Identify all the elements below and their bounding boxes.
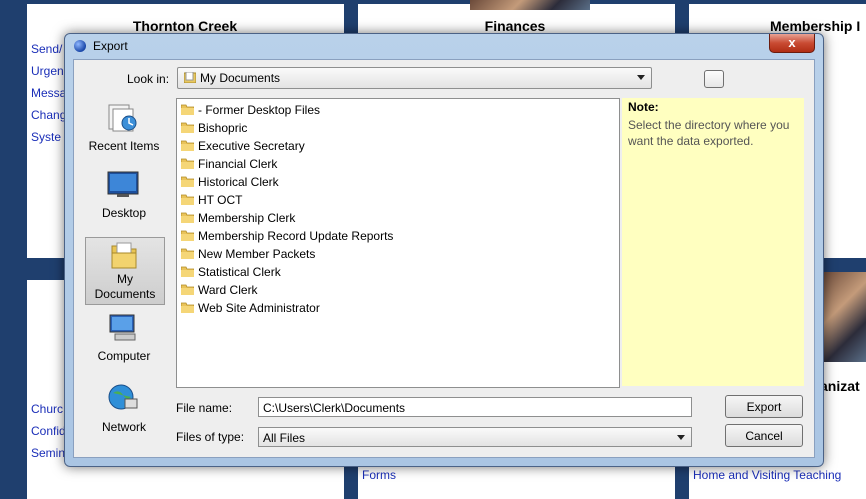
bg-photo-right: [822, 272, 866, 362]
chevron-down-icon: [677, 435, 685, 440]
bg-col3-header: Membership I: [770, 18, 861, 34]
bg-col1-header: Thornton Creek: [132, 18, 238, 34]
bg-link[interactable]: Chang: [31, 108, 66, 122]
file-name: Executive Secretary: [198, 139, 305, 153]
chevron-down-icon: [637, 75, 645, 80]
file-name: Membership Clerk: [198, 211, 296, 225]
folder-icon: [181, 248, 194, 259]
bg-col2-header: Finances: [484, 18, 546, 34]
place-label: Desktop: [101, 206, 147, 220]
file-name: Membership Record Update Reports: [198, 229, 394, 243]
recent-items-icon: [108, 104, 137, 132]
file-type-label: Files of type:: [176, 430, 245, 444]
bg-link[interactable]: Syste: [31, 130, 61, 144]
computer-icon: [109, 314, 136, 341]
note-panel: Note: Select the directory where you wan…: [622, 98, 804, 386]
file-name: Statistical Clerk: [198, 265, 281, 279]
places-bar: Recent Items Desktop My Documents Comput…: [83, 97, 171, 452]
file-name: Historical Clerk: [198, 175, 279, 189]
file-list[interactable]: - Former Desktop Files Bishopric Executive…: [176, 98, 620, 388]
folder-icon: [181, 266, 194, 277]
file-name: Web Site Administrator: [198, 301, 320, 315]
folder-icon: [181, 194, 194, 205]
place-desktop[interactable]: Desktop: [85, 169, 163, 235]
look-in-label: Look in:: [127, 72, 170, 86]
dialog-titlebar[interactable]: Export x: [65, 34, 823, 58]
file-type-dropdown[interactable]: All Files: [258, 427, 692, 447]
place-computer[interactable]: Computer: [85, 313, 163, 379]
bg-link[interactable]: Home and Visiting Teaching: [693, 468, 841, 482]
look-in-dropdown[interactable]: My Documents: [177, 67, 652, 89]
bg-link[interactable]: Messa: [31, 86, 66, 100]
place-label: Network: [101, 420, 146, 434]
bg-link[interactable]: Urgen: [31, 64, 64, 78]
folder-icon: [181, 230, 194, 241]
export-button[interactable]: Export: [725, 395, 803, 418]
my-documents-icon: [111, 242, 137, 269]
folder-icon: [181, 284, 194, 295]
close-button[interactable]: x: [769, 34, 815, 53]
file-name: New Member Packets: [198, 247, 316, 261]
file-name-label: File name:: [176, 401, 233, 415]
folder-icon: [181, 122, 194, 133]
place-my-documents[interactable]: My Documents: [85, 237, 165, 305]
file-name: Financial Clerk: [198, 157, 278, 171]
file-name-input[interactable]: C:\Users\Clerk\Documents: [258, 397, 692, 417]
folder-icon: [181, 302, 194, 313]
java-app-icon: [74, 40, 86, 52]
place-label: My: [117, 272, 133, 286]
bg-link[interactable]: Confid: [31, 424, 66, 438]
dialog-body: Look in: My Documents Recent Items Deskt…: [73, 59, 815, 458]
bg-link[interactable]: Send/: [31, 42, 62, 56]
folder-icon: [181, 140, 194, 151]
file-name: Bishopric: [198, 121, 248, 135]
note-title: Note:: [628, 100, 659, 114]
look-in-value: My Documents: [200, 71, 281, 85]
bg-col3-bottom-header: anizat: [820, 378, 860, 394]
folder-icon: [181, 176, 194, 187]
file-type-value: All Files: [263, 431, 306, 445]
place-label: Documents: [94, 287, 156, 301]
network-icon: [108, 384, 138, 410]
bg-left-border: [0, 0, 27, 499]
note-text: Select the directory where you want the …: [628, 118, 790, 148]
folder-icon: [181, 104, 194, 115]
create-new-folder-button[interactable]: [704, 70, 724, 88]
bg-photo-top: [470, 0, 590, 10]
place-label: Recent Items: [88, 139, 160, 153]
bg-link[interactable]: Forms: [362, 468, 396, 482]
bg-top-band: [0, 0, 866, 4]
file-name: - Former Desktop Files: [198, 103, 321, 117]
place-recent-items[interactable]: Recent Items: [85, 97, 163, 163]
place-label: Computer: [97, 349, 151, 363]
file-name: Ward Clerk: [198, 283, 258, 297]
folder-icon: [184, 72, 196, 83]
place-network[interactable]: Network: [85, 383, 163, 449]
file-name: HT OCT: [198, 193, 243, 207]
export-dialog: Export x Look in: My Documents Recent It…: [64, 33, 824, 467]
folder-icon: [181, 212, 194, 223]
bg-link[interactable]: Semin: [31, 446, 65, 460]
folder-icon: [181, 158, 194, 169]
bg-link[interactable]: Churc: [31, 402, 63, 416]
desktop-icon: [107, 171, 139, 197]
cancel-button[interactable]: Cancel: [725, 424, 803, 447]
dialog-title: Export: [93, 39, 128, 53]
